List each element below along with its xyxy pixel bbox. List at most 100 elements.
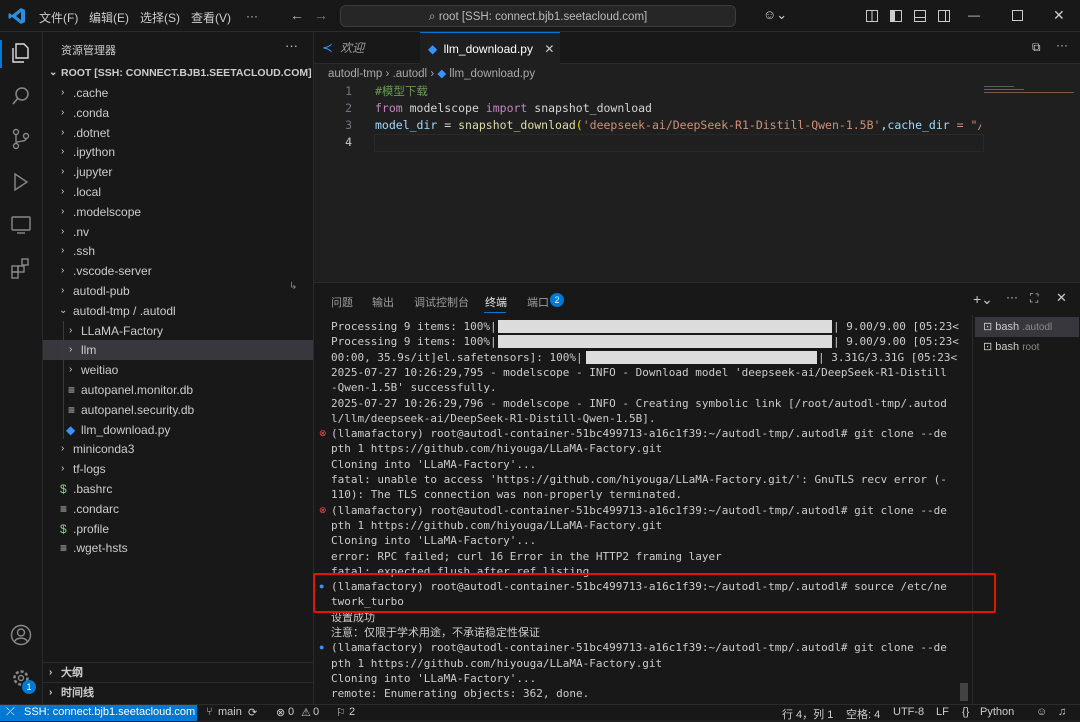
tree-item-wget-hsts[interactable]: ≡ .wget-hsts [43,538,313,558]
minimize-button[interactable]: — [968,8,980,22]
terminal-session-detail: .autodl [1022,322,1053,333]
outline-section[interactable]: › 大纲 [43,662,313,682]
code-line-3[interactable]: model_dir = snapshot_download('deepseek-… [375,117,981,134]
code-line-2[interactable]: from modelscope import snapshot_download [375,100,652,117]
tab-problems[interactable]: 问题 [331,294,353,310]
ports-count[interactable]: 2 [349,706,355,718]
tree-item-label: .nv [73,224,90,239]
terminal-session[interactable]: ⊡ bash .autodl [975,317,1079,337]
tab-terminal[interactable]: 终端 [485,294,507,310]
tree-item-conda[interactable]: › .conda [43,103,313,123]
source-control-icon[interactable] [10,128,32,150]
tree-item-vscode-server[interactable]: › .vscode-server [43,261,313,281]
terminal-line: 2025-07-27 10:26:29,796 - modelscope - I… [331,396,947,410]
tree-item-llm[interactable]: › llm [43,340,313,361]
workspace-root[interactable]: ⌄ ROOT [SSH: CONNECT.BJB1.SEETACLOUD.COM… [43,63,313,83]
terminal-line: l/llm/deepseek-ai/DeepSeek-R1-Distill-Qw… [331,411,656,425]
extensions-icon[interactable] [10,257,32,279]
command-error-icon[interactable]: ⊗ [319,505,327,515]
tree-item-jupyter[interactable]: › .jupyter [43,162,313,182]
tree-item-profile[interactable]: $ .profile [43,519,313,539]
tree-item-label: .bashrc [73,482,113,496]
tree-item-label: .wget-hsts [73,541,128,556]
terminal-line: 110): The TLS connection was non-properl… [331,488,682,502]
account-icon[interactable] [10,624,32,646]
panel-more-button[interactable]: ··· [1006,290,1018,304]
tree-item-label: LLaMA-Factory [81,323,164,338]
back-arrow-icon[interactable]: ← [290,7,304,23]
copilot-icon[interactable]: ☺⌄ [763,7,787,23]
toggle-secondary-sidebar-icon[interactable] [938,10,950,22]
tab-debug-console[interactable]: 调试控制台 [414,294,469,310]
split-editor-icon[interactable]: ⧉ [1032,40,1041,55]
terminal-scrollbar[interactable] [960,683,968,701]
tree-item-bashrc[interactable]: $ .bashrc [43,479,313,499]
menu-view[interactable]: 查看(V) [191,9,231,26]
branch-label[interactable]: main [218,706,242,718]
copilot-status-icon[interactable]: ☺ [1036,706,1047,718]
language-mode[interactable]: Python [980,706,1014,718]
explorer-more-button[interactable]: ··· [285,38,298,53]
tree-item-autodl-pub[interactable]: › autodl-pub [43,281,313,301]
tree-item-ssh[interactable]: › .ssh [43,241,313,261]
tree-item-local[interactable]: › .local [43,182,313,202]
new-terminal-icon[interactable]: +⌄ [973,291,993,308]
tab-llm-download[interactable]: ◆ llm_download.py ✕ [420,32,560,65]
remote-explorer-icon[interactable] [10,214,32,236]
tree-item-dotnet[interactable]: › .dotnet [43,123,313,143]
tab-output[interactable]: 输出 [372,294,394,310]
string-token: = "/ [949,118,981,132]
timeline-section[interactable]: › 时间线 [43,682,313,702]
code-line-1[interactable]: #模型下载 [375,83,428,100]
minimap[interactable] [982,80,1078,140]
tree-item-condarc[interactable]: ≡ .condarc [43,499,313,519]
terminal-output[interactable]: Processing 9 items: 100%| Processing 9 it… [314,319,972,705]
tree-item-weitiao[interactable]: › weitiao [43,360,313,380]
tree-item-nv[interactable]: › .nv [43,222,313,242]
maximize-panel-icon[interactable]: ⛶ [1030,291,1038,306]
tree-item-ipython[interactable]: › .ipython [43,142,313,162]
tree-item-llm-download-py[interactable]: ◆ llm_download.py [43,420,313,440]
tree-item-autopanel-security-db[interactable]: ≡ autopanel.security.db [43,400,313,420]
end-of-line[interactable]: LF [936,706,949,718]
command-center[interactable]: ⌕ root [SSH: connect.bjb1.seetacloud.com… [340,5,736,27]
warning-count[interactable]: 0 [313,706,319,718]
menu-edit[interactable]: 编辑(E) [89,9,129,26]
customize-layout-icon[interactable] [866,10,878,22]
toggle-primary-sidebar-icon[interactable] [890,10,902,22]
run-debug-icon[interactable] [10,171,32,193]
encoding[interactable]: UTF-8 [893,706,924,718]
menu-selection[interactable]: 选择(S) [140,9,180,26]
breadcrumb-item[interactable]: llm_download.py [449,68,535,80]
close-panel-icon[interactable]: ✕ [1056,290,1067,306]
tree-item-tf-logs[interactable]: › tf-logs [43,459,313,479]
close-tab-icon[interactable]: ✕ [544,42,554,56]
tree-item-cache[interactable]: › .cache [43,83,313,103]
notifications-bell-icon[interactable]: ♫ [1058,706,1066,718]
menu-file[interactable]: 文件(F) [39,9,78,26]
search-view-icon[interactable] [10,85,32,107]
menu-more[interactable]: ··· [246,9,258,23]
tree-item-autodl-tmp[interactable]: ⌄ autodl-tmp / .autodl [43,301,313,321]
close-window-button[interactable]: ✕ [1053,7,1065,24]
command-error-icon[interactable]: ⊗ [319,429,327,438]
maximize-button[interactable] [1012,10,1023,21]
tab-welcome[interactable]: ≺ 欢迎 [314,32,418,64]
tree-item-modelscope[interactable]: › .modelscope [43,202,313,222]
highlight-annotation-box [313,573,996,613]
tab-ports[interactable]: 端口 [527,294,549,310]
explorer-icon[interactable] [10,42,32,64]
toggle-panel-icon[interactable] [914,10,926,22]
breadcrumb-item[interactable]: .autodl [393,68,428,80]
error-count[interactable]: 0 [288,706,294,718]
breadcrumb-item[interactable]: autodl-tmp [328,68,382,80]
tree-item-autopanel-monitor-db[interactable]: ≡ autopanel.monitor.db [43,380,313,400]
editor-more-button[interactable]: ··· [1056,38,1068,52]
terminal-session[interactable]: ⊡ bash root [975,337,1079,357]
terminal-line: -Qwen-1.5B' successfully. [331,381,497,395]
command-info-icon[interactable]: ● [319,643,324,652]
tree-item-miniconda3[interactable]: › miniconda3 [43,439,313,459]
forward-arrow-icon[interactable]: → [314,7,328,23]
sync-icon[interactable]: ⟳ [248,706,257,719]
tree-item-llama-factory[interactable]: › LLaMA-Factory [43,321,313,341]
